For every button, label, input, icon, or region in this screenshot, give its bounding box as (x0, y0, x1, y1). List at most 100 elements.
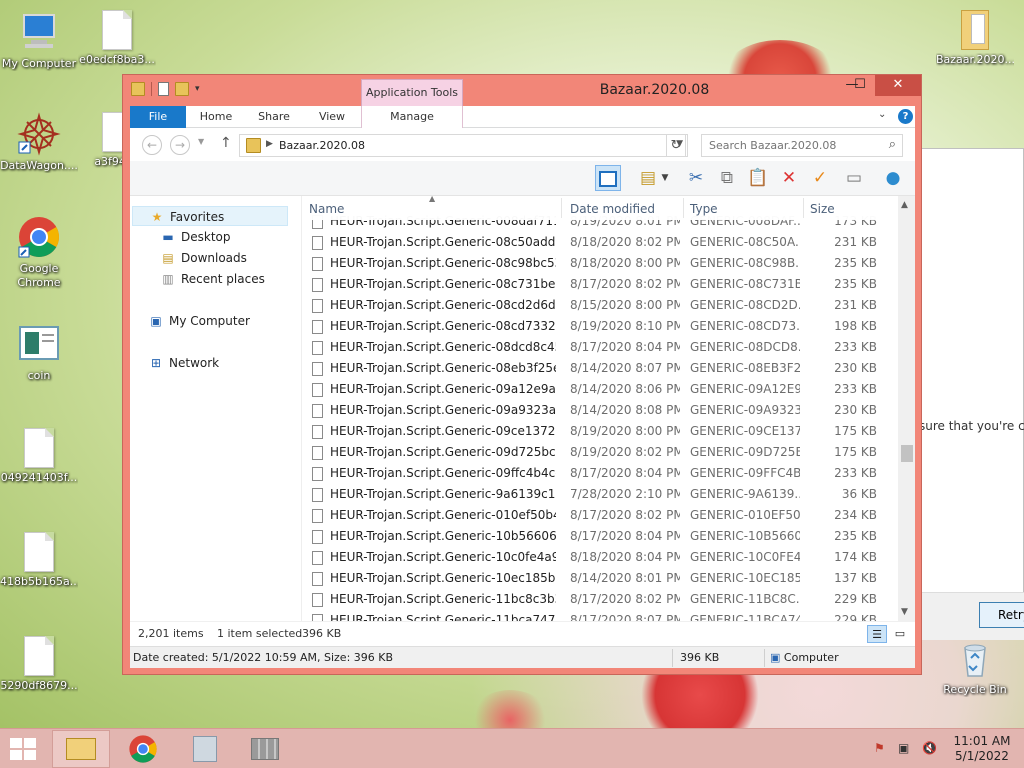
search-box[interactable]: ⌕ (701, 134, 903, 157)
start-button[interactable] (10, 738, 38, 762)
desktop-icon-file[interactable]: 049241403f... (0, 428, 78, 485)
vertical-scrollbar[interactable]: ▲ ▼ (898, 196, 915, 621)
scroll-up-icon[interactable]: ▲ (901, 200, 908, 210)
taskbar-app[interactable] (176, 730, 234, 768)
details-view-icon[interactable]: ☰ (867, 625, 887, 643)
downloads-icon: ▤ (162, 251, 174, 265)
desktop-icon-file[interactable]: 5290df8679... (0, 636, 78, 693)
column-divider[interactable] (561, 198, 562, 218)
file-row[interactable]: HEUR-Trojan.Script.Generic-10c0fe4a9b6..… (302, 547, 897, 568)
file-row[interactable]: HEUR-Trojan.Script.Generic-11bc8c3b3b...… (302, 589, 897, 610)
file-row[interactable]: HEUR-Trojan.Script.Generic-10b566063b...… (302, 526, 897, 547)
file-icon (312, 278, 323, 292)
tab-manage[interactable]: Manage (361, 106, 463, 128)
column-divider[interactable] (803, 198, 804, 218)
file-size: 233 KB (834, 382, 877, 396)
nav-my-computer[interactable]: ▣ My Computer (148, 311, 250, 331)
preview-pane-icon[interactable] (595, 165, 621, 191)
file-row[interactable]: HEUR-Trojan.Script.Generic-08c98bc537e..… (302, 253, 897, 274)
file-row[interactable]: HEUR-Trojan.Script.Generic-010ef50b4b0..… (302, 505, 897, 526)
back-button[interactable]: ← (142, 135, 162, 155)
large-icons-view-icon[interactable]: ▭ (890, 625, 910, 643)
desktop-icon-bazaar-folder[interactable]: Bazaar.2020.... (936, 6, 1014, 67)
scroll-down-icon[interactable]: ▼ (901, 607, 908, 617)
tab-view[interactable]: View (304, 106, 360, 128)
action-center-flag-icon[interactable]: ⚑ (874, 741, 885, 755)
file-row[interactable]: HEUR-Trojan.Script.Generic-08cd2d6d4a...… (302, 295, 897, 316)
file-row[interactable]: HEUR-Trojan.Script.Generic-09d725bc43...… (302, 442, 897, 463)
clock[interactable]: 11:01 AM 5/1/2022 (944, 734, 1020, 764)
title-bar[interactable]: ▾ Application Tools Bazaar.2020.08 — ☐ ✕ (123, 75, 921, 106)
network-icon: ⊞ (150, 356, 162, 370)
cut-icon[interactable]: ✂ (683, 165, 709, 191)
file-row[interactable]: HEUR-Trojan.Script.Generic-09ce1372376..… (302, 421, 897, 442)
tab-home[interactable]: Home (188, 106, 244, 128)
file-row[interactable]: HEUR-Trojan.Script.Generic-08eb3f25e8d..… (302, 358, 897, 379)
desktop-icon-datawagon[interactable]: DataWagon.... (0, 112, 78, 173)
nav-recent-places[interactable]: ▥ Recent places (160, 269, 265, 289)
file-row[interactable]: HEUR-Trojan.Script.Generic-10ec185be95..… (302, 568, 897, 589)
file-type: GENERIC-11BCA74... (690, 613, 800, 621)
document-icon (24, 428, 54, 468)
desktop-icon-file[interactable]: e0edcf8ba3... (78, 10, 156, 67)
nav-desktop[interactable]: ▬ Desktop (160, 227, 230, 247)
taskbar-chrome[interactable] (114, 730, 172, 768)
file-row[interactable]: HEUR-Trojan.Script.Generic-08dcd8c456...… (302, 337, 897, 358)
file-row[interactable]: HEUR-Trojan.Script.Generic-08c50addda...… (302, 232, 897, 253)
desktop-icon-recycle-bin[interactable]: Recycle Bin (936, 636, 1014, 697)
column-date-modified[interactable]: Date modified (570, 202, 655, 216)
network-icon[interactable]: ▣ (898, 741, 909, 755)
desktop-icon-my-computer[interactable]: My Computer (0, 10, 78, 71)
scrollbar-thumb[interactable] (901, 445, 913, 462)
datawagon-icon (17, 112, 61, 156)
file-row[interactable]: HEUR-Trojan.Script.Generic-11bca7478... 8… (302, 610, 897, 621)
rename-check-icon[interactable]: ✓ (807, 165, 833, 191)
column-size[interactable]: Size (810, 202, 835, 216)
file-row[interactable]: HEUR-Trojan.Script.Generic-08cd73329b...… (302, 316, 897, 337)
file-row[interactable]: HEUR-Trojan.Script.Generic-09a9323ac95..… (302, 400, 897, 421)
navigation-pane: ★ Favorites ▬ Desktop ▤ Downloads ▥ Recent p… (130, 196, 302, 621)
desktop-icon-google-chrome[interactable]: Google Chrome (0, 215, 78, 290)
copy-icon[interactable]: ⧉ (714, 165, 740, 191)
select-icon[interactable]: ▭ (841, 165, 867, 191)
globe-icon[interactable]: ● (880, 165, 906, 191)
column-divider[interactable] (683, 198, 684, 218)
chevron-right-icon[interactable]: ▶ (266, 139, 273, 149)
file-name: HEUR-Trojan.Script.Generic-09a12e9a564..… (330, 382, 556, 396)
up-button[interactable]: ↑ (220, 135, 232, 151)
file-row[interactable]: HEUR-Trojan.Script.Generic-09ffc4b4cec..… (302, 463, 897, 484)
retry-button[interactable]: Retry (979, 602, 1024, 628)
expand-ribbon-icon[interactable]: ⌄ (878, 109, 886, 120)
column-type[interactable]: Type (690, 202, 718, 216)
refresh-button[interactable]: ↻ (666, 134, 686, 157)
nav-downloads[interactable]: ▤ Downloads (160, 248, 247, 268)
help-icon[interactable]: ? (898, 109, 913, 124)
taskbar-app[interactable] (236, 730, 294, 768)
taskbar-file-explorer[interactable] (52, 730, 110, 768)
forward-button[interactable]: → (170, 135, 190, 155)
file-rows: HEUR-Trojan.Script.Generic-008daf711e9..… (302, 196, 897, 621)
delete-icon[interactable]: ✕ (776, 165, 802, 191)
file-row[interactable]: HEUR-Trojan.Script.Generic-08c731bebb...… (302, 274, 897, 295)
tab-share[interactable]: Share (246, 106, 302, 128)
volume-muted-icon[interactable]: 🔇 (922, 741, 937, 755)
paste-icon[interactable]: 📋 (745, 165, 771, 191)
maximize-button[interactable]: ☐ (847, 75, 873, 96)
search-input[interactable] (709, 139, 879, 152)
file-type: GENERIC-08C731B... (690, 277, 800, 291)
recent-locations-icon[interactable]: ▼ (198, 137, 204, 146)
tab-file[interactable]: File (130, 106, 186, 128)
address-bar[interactable]: ▶ Bazaar.2020.08 ▼ (239, 134, 688, 157)
file-row[interactable]: HEUR-Trojan.Script.Generic-9a6139c1a77..… (302, 484, 897, 505)
file-type: GENERIC-09D725B... (690, 445, 800, 459)
column-name[interactable]: Name (309, 202, 344, 216)
file-row[interactable]: HEUR-Trojan.Script.Generic-09a12e9a564..… (302, 379, 897, 400)
nav-network[interactable]: ⊞ Network (148, 353, 219, 373)
address-path[interactable]: Bazaar.2020.08 (279, 139, 365, 152)
close-button[interactable]: ✕ (875, 75, 921, 96)
desktop-icon-file[interactable]: 418b5b165a... (0, 532, 78, 589)
chevron-down-icon[interactable]: ▼ (658, 165, 672, 191)
search-icon[interactable]: ⌕ (889, 137, 896, 152)
nav-favorites[interactable]: ★ Favorites (132, 206, 288, 226)
desktop-icon-coin[interactable]: coin (0, 322, 78, 383)
